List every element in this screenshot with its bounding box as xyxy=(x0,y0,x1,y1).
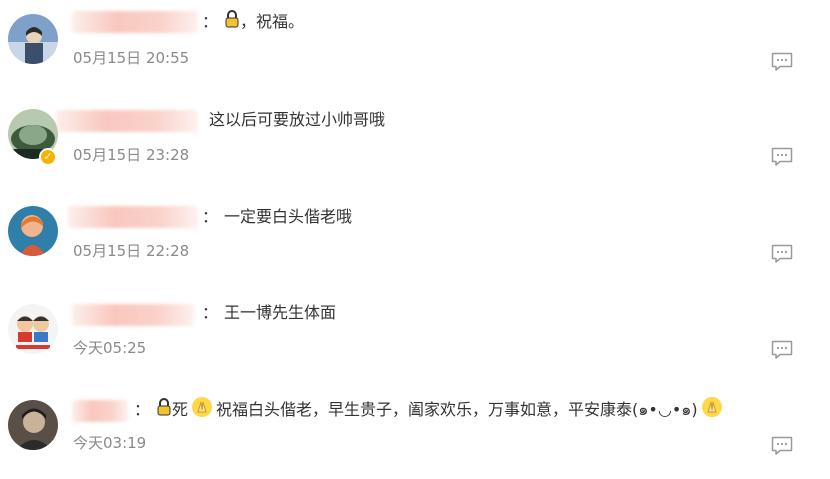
comment-colon: ： xyxy=(202,303,219,322)
comment-body: 一定要白头偕老哦 xyxy=(224,207,353,226)
comment-item: ： 一定要白头偕老哦 05月15日 22:28 xyxy=(0,192,830,287)
avatar[interactable] xyxy=(8,304,58,354)
comment-colon: ： xyxy=(134,400,151,419)
comment-body-prefix: 死 xyxy=(172,400,189,419)
comment-text: 这以后可要放过小帅哥哦 xyxy=(209,109,385,131)
comment-reply-icon[interactable] xyxy=(771,436,793,456)
comment-body: ，祝福。 xyxy=(240,12,305,31)
username-redacted[interactable] xyxy=(72,304,194,326)
comment-text: ： 一定要白头偕老哦 xyxy=(202,206,352,228)
timestamp: 05月15日 22:28 xyxy=(73,242,190,260)
username-redacted[interactable] xyxy=(72,400,128,422)
timestamp: 05月15日 20:55 xyxy=(73,49,190,67)
comment-reply-icon[interactable] xyxy=(771,244,793,264)
username-redacted[interactable] xyxy=(56,110,198,132)
comment-item: ： ，祝福。 05月15日 20:55 xyxy=(0,0,830,95)
timestamp: 今天03:19 xyxy=(73,434,147,452)
comment-colon: ： xyxy=(202,12,219,31)
lock-icon xyxy=(224,10,240,34)
username-redacted[interactable] xyxy=(72,11,198,33)
timestamp: 05月15日 23:28 xyxy=(73,146,190,164)
avatar[interactable] xyxy=(8,400,58,450)
avatar[interactable] xyxy=(8,206,58,256)
timestamp: 今天05:25 xyxy=(73,339,147,357)
comment-text: ： ，祝福。 xyxy=(202,10,305,34)
comment-body: 这以后可要放过小帅哥哦 xyxy=(209,110,386,129)
comment-reply-icon[interactable] xyxy=(771,52,793,72)
lock-icon xyxy=(156,398,172,422)
comment-reply-icon[interactable] xyxy=(771,147,793,167)
praying-hands-emoji-icon xyxy=(191,396,213,424)
comment-item: ： 死 祝福白头偕老，早生贵子，阖家欢乐，万事如意，平安康泰(๑•◡•๑) 今天… xyxy=(0,384,830,479)
avatar[interactable] xyxy=(8,14,58,64)
comment-colon: ： xyxy=(202,207,219,226)
comment-item: ✓ 这以后可要放过小帅哥哦 05月15日 23:28 xyxy=(0,96,830,191)
verified-badge-icon: ✓ xyxy=(39,148,57,166)
comment-text: ： 死 祝福白头偕老，早生贵子，阖家欢乐，万事如意，平安康泰(๑•◡•๑) xyxy=(134,396,723,424)
comment-body: 王一博先生体面 xyxy=(224,303,337,322)
comment-text: ： 王一博先生体面 xyxy=(202,302,336,324)
comment-item: ： 王一博先生体面 今天05:25 xyxy=(0,288,830,383)
comment-body: 祝福白头偕老，早生贵子，阖家欢乐，万事如意，平安康泰(๑•◡•๑) xyxy=(216,400,698,419)
username-redacted[interactable] xyxy=(68,206,198,228)
praying-hands-emoji-icon xyxy=(701,396,723,424)
comment-reply-icon[interactable] xyxy=(771,340,793,360)
